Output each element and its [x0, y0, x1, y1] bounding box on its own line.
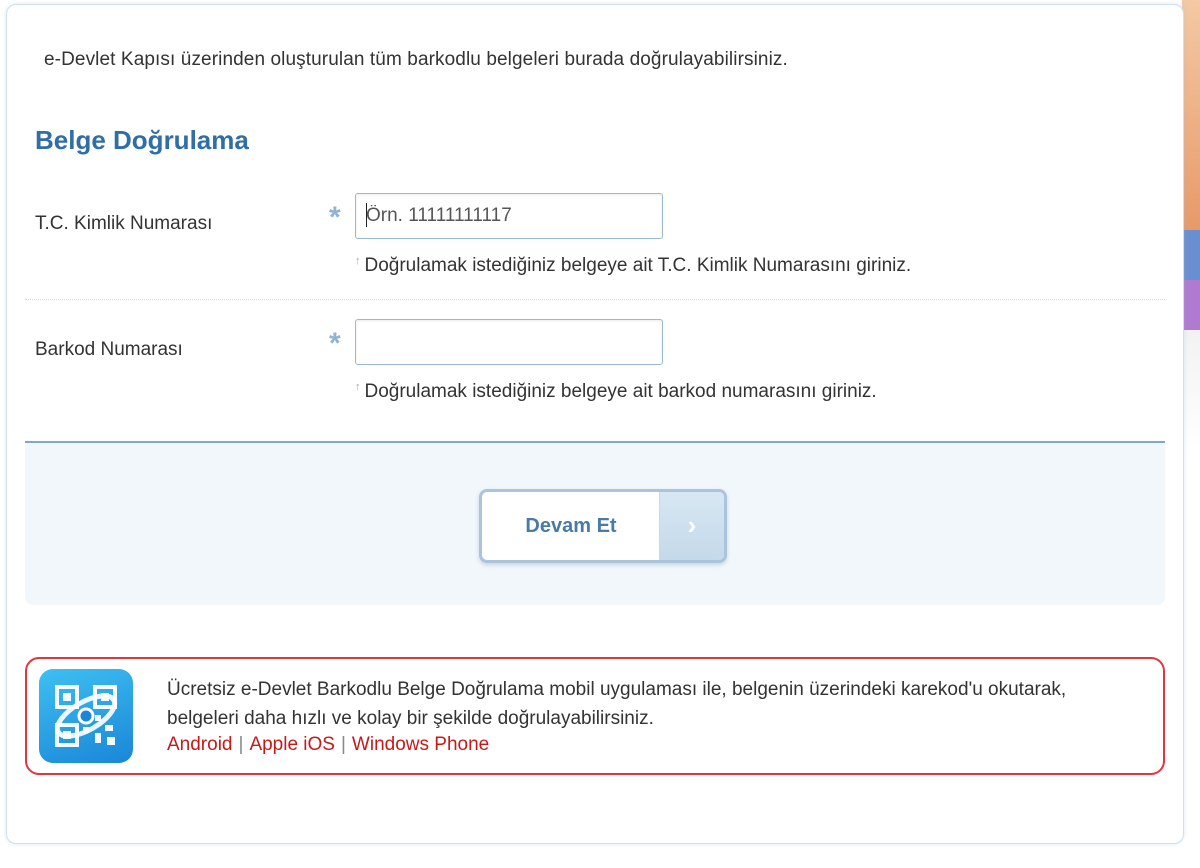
mobile-app-promo: Ücretsiz e-Devlet Barkodlu Belge Doğrula…	[25, 657, 1165, 775]
tc-kimlik-label: T.C. Kimlik Numarası	[35, 213, 213, 234]
intro-text: e-Devlet Kapısı üzerinden oluşturulan tü…	[44, 49, 788, 70]
text-cursor	[366, 203, 367, 227]
form-action-bar: Devam Et ›	[25, 441, 1165, 605]
promo-links: Android | Apple iOS | Windows Phone	[167, 734, 489, 756]
barkod-hint: ↑ Doğrulamak istediğiniz belgeye ait bark…	[355, 381, 877, 403]
tc-kimlik-row: T.C. Kimlik Numarası * ↑Doğrulamak isted…	[25, 191, 1165, 300]
barkod-hint-text: Doğrulamak istediğiniz belgeye ait barko…	[364, 381, 877, 402]
tc-kimlik-hint-text: Doğrulamak istediğiniz belgeye ait T.C. …	[364, 255, 912, 276]
chevron-right-icon: ›	[659, 492, 724, 560]
verification-panel: e-Devlet Kapısı üzerinden oluşturulan tü…	[6, 4, 1184, 844]
barkod-label: Barkod Numarası	[35, 339, 183, 360]
windows-phone-link[interactable]: Windows Phone	[352, 734, 489, 755]
continue-button-label: Devam Et	[525, 515, 617, 537]
up-arrow-icon: ↑	[355, 381, 361, 393]
qr-barcode-app-icon[interactable]	[39, 669, 133, 763]
promo-text: Ücretsiz e-Devlet Barkodlu Belge Doğrula…	[167, 679, 1067, 729]
tc-kimlik-input[interactable]	[355, 193, 663, 239]
link-separator: |	[340, 734, 346, 755]
link-separator: |	[238, 734, 244, 755]
barkod-row: Barkod Numarası * ↑ Doğrulamak istediğini…	[25, 317, 1165, 417]
background-edge-strip	[1182, 0, 1200, 868]
required-star: *	[329, 201, 341, 234]
required-star: *	[329, 327, 341, 360]
tc-kimlik-hint: ↑ Doğrulamak istediğiniz belgeye ait T.C.…	[355, 255, 911, 277]
up-arrow-icon: ↑	[355, 255, 361, 267]
continue-button[interactable]: Devam Et ›	[479, 489, 727, 563]
apple-ios-link[interactable]: Apple iOS	[249, 734, 335, 755]
android-link[interactable]: Android	[167, 734, 233, 755]
section-title: Belge Doğrulama	[35, 125, 249, 155]
barkod-input[interactable]	[355, 319, 663, 365]
